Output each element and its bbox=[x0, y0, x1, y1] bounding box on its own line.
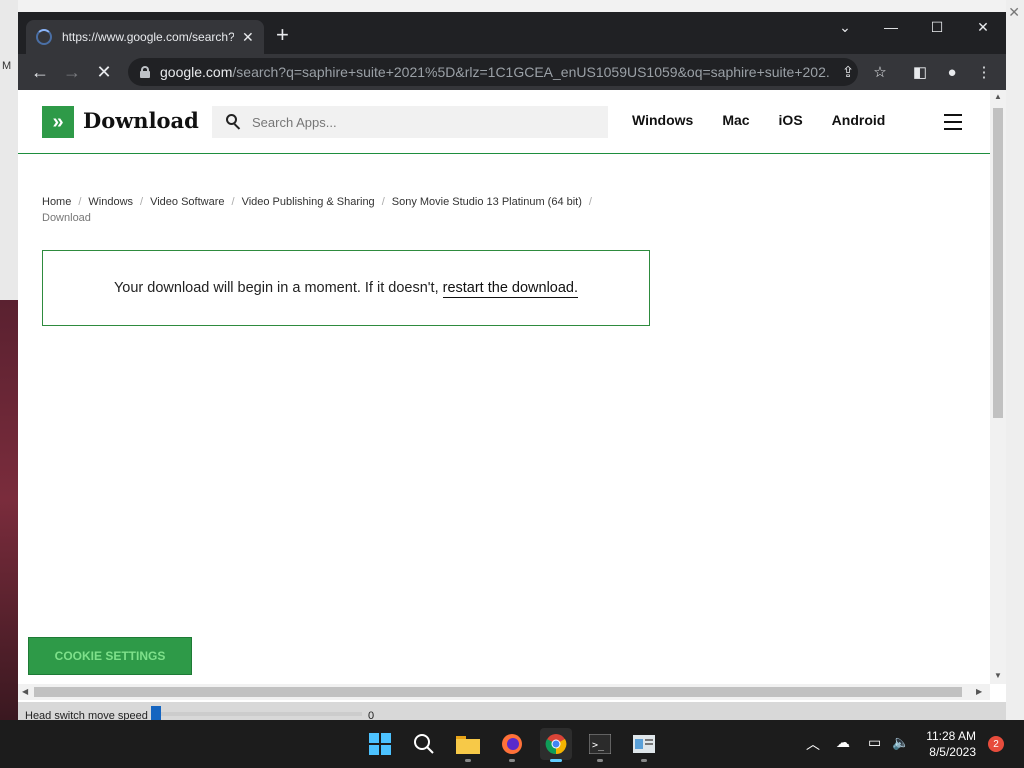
loading-spinner-icon bbox=[36, 29, 52, 45]
breadcrumb-video-publishing[interactable]: Video Publishing & Sharing bbox=[242, 196, 375, 208]
clock-time: 11:28 AM bbox=[926, 729, 976, 743]
svg-text:>_: >_ bbox=[592, 740, 605, 751]
taskbar: >_ ︿ ☁ ▭ 🔈 11:28 AM 8/5/2023 bbox=[0, 720, 1024, 768]
maximize-button[interactable]: ☐ bbox=[914, 12, 960, 42]
breadcrumb-current: Download bbox=[42, 212, 91, 224]
nav-android[interactable]: Android bbox=[832, 112, 886, 128]
bookmark-star-icon[interactable]: ☆ bbox=[870, 62, 890, 82]
file-explorer-icon[interactable] bbox=[452, 728, 484, 762]
browser-titlebar: https://www.google.com/search? ✕ + ⌄ — ☐… bbox=[18, 12, 1006, 54]
site-header: » Download Windows Mac iOS Android bbox=[18, 90, 990, 154]
nav-mac[interactable]: Mac bbox=[722, 112, 749, 128]
desktop-top-strip bbox=[0, 0, 1024, 12]
url-text[interactable]: google.com/search?q=saphire+suite+2021%5… bbox=[160, 64, 830, 80]
speed-slider-handle[interactable] bbox=[151, 706, 161, 720]
minimize-button[interactable]: — bbox=[868, 12, 914, 42]
cookie-settings-button[interactable]: COOKIE SETTINGS bbox=[28, 637, 192, 675]
side-panel-icon[interactable]: ◧ bbox=[910, 62, 930, 82]
speed-slider-track[interactable] bbox=[152, 712, 362, 716]
close-window-button[interactable]: ✕ bbox=[960, 12, 1006, 42]
browser-tab[interactable]: https://www.google.com/search? ✕ bbox=[26, 20, 264, 54]
tab-title: https://www.google.com/search? bbox=[62, 30, 234, 44]
horizontal-scrollbar[interactable]: ◀ ▶ bbox=[18, 684, 990, 700]
share-icon[interactable]: ⇪ bbox=[838, 62, 858, 82]
breadcrumb-video-software[interactable]: Video Software bbox=[150, 196, 224, 208]
scroll-up-arrow-icon[interactable]: ▲ bbox=[994, 92, 1002, 101]
search-input[interactable] bbox=[252, 114, 592, 130]
chrome-icon[interactable] bbox=[540, 728, 572, 762]
scroll-left-arrow-icon[interactable]: ◀ bbox=[22, 687, 28, 696]
app-window-icon[interactable] bbox=[628, 728, 660, 762]
breadcrumb-home[interactable]: Home bbox=[42, 196, 71, 208]
stop-loading-icon[interactable]: ✕ bbox=[92, 60, 116, 84]
download-notice-text: Your download will begin in a moment. If… bbox=[113, 280, 579, 298]
tab-search-chevron-icon[interactable]: ⌄ bbox=[822, 12, 868, 42]
lock-icon[interactable] bbox=[140, 66, 150, 78]
tab-close-icon[interactable]: ✕ bbox=[242, 29, 254, 46]
browser-toolbar: ← → ✕ google.com/search?q=saphire+suite+… bbox=[18, 54, 1006, 90]
forward-arrow-icon[interactable]: → bbox=[60, 60, 84, 84]
site-logo-text[interactable]: Download bbox=[83, 108, 199, 133]
nav-ios[interactable]: iOS bbox=[779, 112, 803, 128]
download-logo-icon[interactable]: » bbox=[42, 106, 74, 138]
nav-windows[interactable]: Windows bbox=[632, 112, 693, 128]
back-arrow-icon[interactable]: ← bbox=[28, 60, 52, 84]
download-notice-box: Your download will begin in a moment. If… bbox=[42, 250, 650, 326]
search-taskbar-icon[interactable] bbox=[408, 728, 440, 760]
search-icon[interactable] bbox=[226, 114, 242, 130]
breadcrumb-windows[interactable]: Windows bbox=[88, 196, 133, 208]
desktop-right-strip: ✕ bbox=[1006, 0, 1024, 720]
breadcrumb: Home / Windows / Video Software / Video Publis… bbox=[42, 196, 592, 224]
horizontal-scroll-thumb[interactable] bbox=[34, 687, 962, 697]
background-close-icon[interactable]: ✕ bbox=[1008, 4, 1020, 21]
network-icon[interactable]: ▭ bbox=[868, 734, 881, 751]
desktop-left-strip bbox=[0, 0, 18, 720]
vertical-scrollbar[interactable]: ▲ ▼ bbox=[990, 90, 1006, 684]
scroll-down-arrow-icon[interactable]: ▼ bbox=[994, 671, 1002, 680]
menu-kebab-icon[interactable]: ⋮ bbox=[974, 62, 994, 82]
notification-badge[interactable]: 2 bbox=[988, 736, 1004, 752]
system-clock[interactable]: 11:28 AM 8/5/2023 bbox=[918, 728, 976, 760]
onedrive-cloud-icon[interactable]: ☁ bbox=[836, 734, 850, 751]
web-page: » Download Windows Mac iOS Android Home/… bbox=[18, 90, 990, 684]
restart-download-link[interactable]: restart the download. bbox=[442, 280, 579, 298]
breadcrumb-product[interactable]: Sony Movie Studio 13 Platinum (64 bit) bbox=[392, 196, 582, 208]
firefox-icon[interactable] bbox=[496, 728, 528, 762]
main-nav: Windows Mac iOS Android bbox=[632, 112, 914, 128]
browser-window: https://www.google.com/search? ✕ + ⌄ — ☐… bbox=[18, 12, 1006, 702]
show-hidden-icons-chevron-icon[interactable]: ︿ bbox=[806, 734, 820, 754]
terminal-icon[interactable]: >_ bbox=[584, 728, 616, 762]
desktop-fragment-text: M bbox=[2, 60, 12, 72]
vertical-scroll-thumb[interactable] bbox=[993, 108, 1003, 418]
clock-date: 8/5/2023 bbox=[929, 745, 976, 759]
windows-start-icon[interactable] bbox=[364, 728, 396, 760]
profile-icon[interactable]: ● bbox=[942, 62, 962, 82]
site-search-box[interactable] bbox=[212, 106, 608, 138]
address-bar[interactable]: google.com/search?q=saphire+suite+2021%5… bbox=[128, 58, 858, 86]
volume-icon[interactable]: 🔈 bbox=[892, 734, 909, 751]
hamburger-menu-icon[interactable] bbox=[944, 114, 962, 130]
new-tab-button[interactable]: + bbox=[276, 24, 289, 46]
scroll-right-arrow-icon[interactable]: ▶ bbox=[976, 687, 982, 696]
